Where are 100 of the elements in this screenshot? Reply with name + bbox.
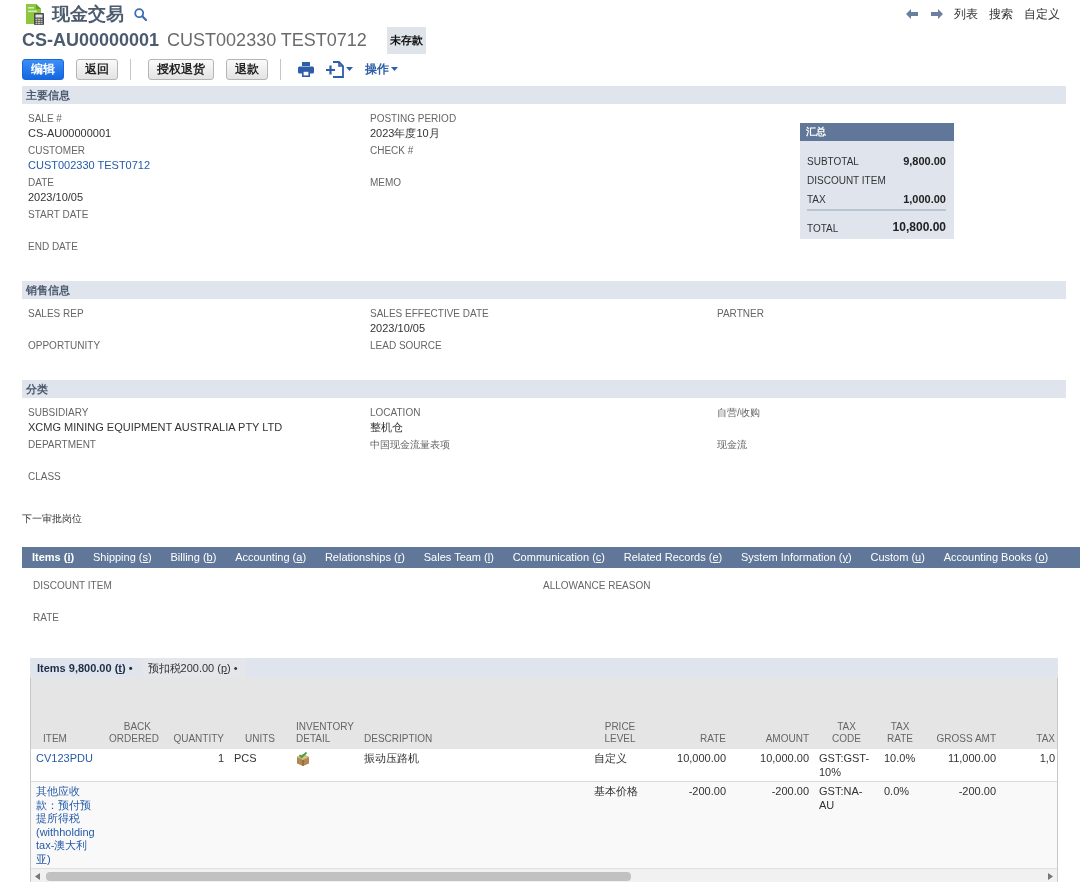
nav-link[interactable]: 搜索 bbox=[989, 6, 1013, 22]
field-label: POSTING PERIOD bbox=[370, 112, 458, 126]
field-label: END DATE bbox=[28, 240, 79, 254]
tab[interactable]: Sales Team (l) bbox=[414, 547, 504, 568]
table-cell: GST:NA-AU bbox=[814, 781, 879, 868]
summary-value: 9,800.00 bbox=[903, 154, 946, 169]
tab[interactable]: Relationships (r) bbox=[315, 547, 415, 568]
field-value: 整机仓 bbox=[370, 420, 404, 434]
table-cell: 1 bbox=[156, 749, 229, 782]
field-label: 下一审批岗位 bbox=[22, 512, 82, 526]
table-cell: -200.00 bbox=[731, 781, 814, 868]
field-label: 现金流 bbox=[717, 438, 748, 452]
arrow-right-icon[interactable] bbox=[931, 9, 943, 19]
total-label: TOTAL bbox=[807, 221, 839, 235]
table-cell: 自定义 bbox=[589, 749, 651, 782]
tab[interactable]: Accounting Books (o) bbox=[934, 547, 1058, 568]
field-label: CUSTOMER bbox=[28, 144, 87, 158]
column-header: UNITS bbox=[229, 678, 291, 749]
field-value: 2023/10/05 bbox=[370, 321, 427, 335]
field-label: RATE bbox=[33, 611, 60, 625]
column-header: TAX RATE bbox=[879, 678, 921, 749]
tab[interactable]: Accounting (a) bbox=[225, 547, 316, 568]
table-cell: 10,000.00 bbox=[731, 749, 814, 782]
tab[interactable]: Billing (b) bbox=[161, 547, 226, 568]
section-header: 销售信息 bbox=[22, 281, 1066, 299]
field-value: CS-AU00000001 bbox=[28, 126, 113, 140]
field-value: 2023/10/05 bbox=[28, 190, 85, 204]
search-icon[interactable] bbox=[134, 7, 147, 21]
field-label: 自营/收购 bbox=[717, 406, 761, 420]
page-title: 现金交易 bbox=[52, 3, 124, 25]
table-cell: 10,000.00 bbox=[651, 749, 731, 782]
tab[interactable]: Shipping (s) bbox=[83, 547, 162, 568]
field-label: DATE bbox=[28, 176, 55, 190]
document-calculator-icon bbox=[25, 3, 45, 25]
horizontal-scrollbar[interactable] bbox=[31, 868, 1057, 882]
scroll-left-icon[interactable] bbox=[35, 872, 40, 880]
column-header: DESCRIPTION bbox=[359, 678, 589, 749]
customer-name: CUST002330 TEST0712 bbox=[167, 29, 367, 51]
field-value: 2023年度10月 bbox=[370, 126, 441, 140]
table-cell: 11,000.00 bbox=[921, 749, 1001, 782]
subtab[interactable]: 预扣税200.00 (p) • bbox=[140, 658, 246, 678]
table-cell: GST:GST-10% bbox=[814, 749, 879, 782]
table-cell: 0.0% bbox=[879, 781, 921, 868]
column-header: AMOUNT bbox=[731, 678, 814, 749]
toolbar-button[interactable]: 编辑 bbox=[22, 58, 64, 80]
column-header: ITEM bbox=[31, 678, 101, 749]
tab[interactable]: System Information (y) bbox=[731, 547, 862, 568]
summary-header: 汇总 bbox=[800, 123, 954, 141]
tab[interactable]: Custom (u) bbox=[861, 547, 935, 568]
column-header: INVENTORY DETAIL bbox=[291, 678, 359, 749]
actions-menu[interactable]: 操作 bbox=[365, 61, 398, 77]
scrollbar-thumb[interactable] bbox=[46, 871, 631, 881]
column-header: TAX bbox=[1001, 678, 1057, 749]
box-icon[interactable] bbox=[296, 752, 310, 767]
column-header: TAX CODE bbox=[814, 678, 879, 749]
summary-label: SUBTOTAL bbox=[807, 155, 859, 168]
tab[interactable]: Items (i) bbox=[22, 547, 84, 568]
field-label: CLASS bbox=[28, 470, 62, 484]
caret-icon bbox=[391, 67, 398, 71]
field-label: SALE # bbox=[28, 112, 63, 126]
column-header: GROSS AMT bbox=[921, 678, 1001, 749]
field-label: PARTNER bbox=[717, 307, 765, 321]
section-header: 分类 bbox=[22, 380, 1066, 398]
scroll-right-icon[interactable] bbox=[1048, 872, 1053, 880]
field-label: OPPORTUNITY bbox=[28, 339, 102, 353]
tab[interactable]: Related Records (e) bbox=[614, 547, 732, 568]
field-label: LEAD SOURCE bbox=[370, 339, 443, 353]
total-value: 10,800.00 bbox=[892, 220, 946, 236]
nav-link[interactable]: 自定义 bbox=[1024, 6, 1060, 22]
subtab[interactable]: Items 9,800.00 (t) • bbox=[30, 658, 141, 678]
arrow-left-icon[interactable] bbox=[906, 9, 918, 19]
toolbar-button[interactable]: 授权退货 bbox=[148, 58, 214, 80]
record-number: CS-AU00000001 bbox=[22, 29, 160, 51]
toolbar-button[interactable]: 返回 bbox=[76, 58, 118, 80]
tab[interactable]: Communication (c) bbox=[503, 547, 615, 568]
field-value: XCMG MINING EQUIPMENT AUSTRALIA PTY LTD bbox=[28, 420, 284, 434]
field-label: DISCOUNT ITEM bbox=[33, 579, 113, 593]
new-document-menu[interactable] bbox=[326, 60, 353, 78]
field-label: 中国现金流量表项 bbox=[370, 438, 451, 452]
nav-link[interactable]: 列表 bbox=[954, 6, 978, 22]
table-cell: 振动压路机 bbox=[359, 749, 589, 782]
record-status: 未存款 bbox=[386, 26, 426, 54]
field-label: START DATE bbox=[28, 208, 90, 222]
section-header: 主要信息 bbox=[22, 86, 1066, 104]
column-header: PRICE LEVEL bbox=[589, 678, 651, 749]
print-icon[interactable] bbox=[298, 61, 314, 77]
toolbar-button[interactable]: 退款 bbox=[226, 58, 268, 80]
table-cell: 基本价格 bbox=[589, 781, 651, 868]
caret-icon bbox=[346, 67, 353, 71]
item-link[interactable]: CV123PDU bbox=[36, 752, 96, 766]
document-plus-icon bbox=[326, 60, 344, 78]
field-label: CHECK # bbox=[370, 144, 415, 158]
table-cell: 10.0% bbox=[879, 749, 921, 782]
table-cell: -200.00 bbox=[651, 781, 731, 868]
field-label: SUBSIDIARY bbox=[28, 406, 90, 420]
field-label: SALES REP bbox=[28, 307, 85, 321]
field-link[interactable]: CUST002330 TEST0712 bbox=[28, 159, 151, 171]
table-cell: -200.00 bbox=[921, 781, 1001, 868]
column-header: RATE bbox=[651, 678, 731, 749]
field-label: LOCATION bbox=[370, 406, 422, 420]
